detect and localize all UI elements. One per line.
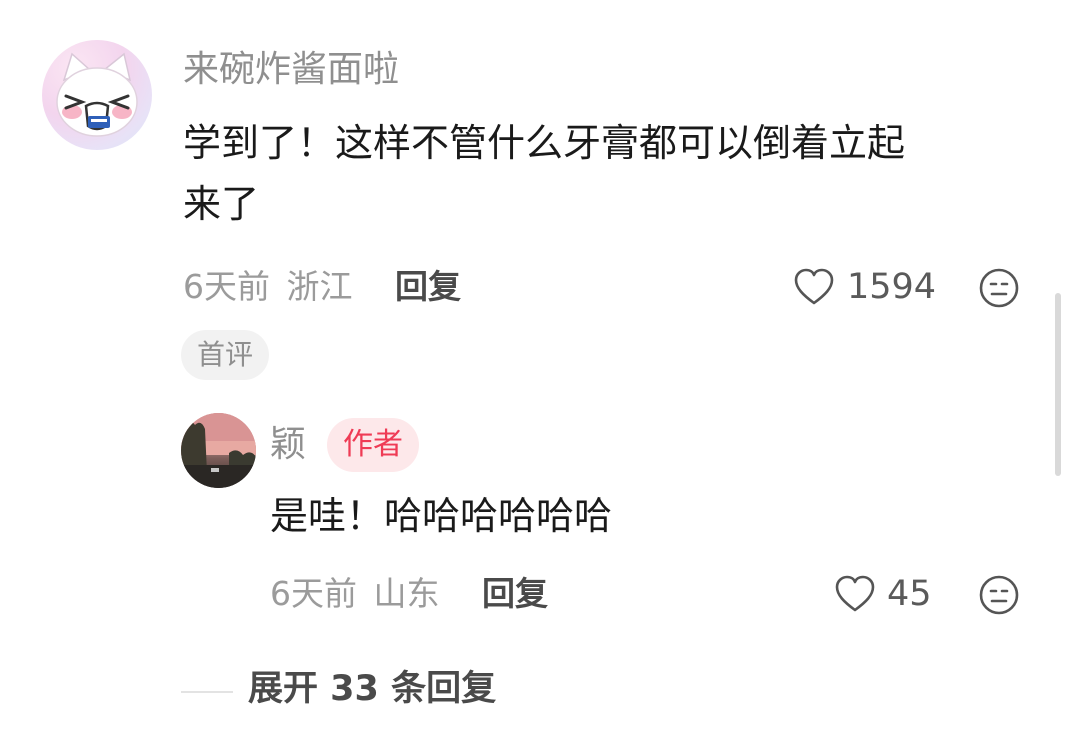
- expand-replies-button[interactable]: 展开 33 条回复: [248, 672, 496, 707]
- comment-text-line1: 学到了！这样不管什么牙膏都可以倒着立起: [183, 121, 906, 165]
- reply-time: 6天前: [270, 574, 357, 613]
- expand-divider: [181, 691, 233, 693]
- heart-outline-icon: [794, 268, 834, 305]
- author-badge: 作者: [327, 418, 419, 472]
- reply-username[interactable]: 颖: [270, 427, 306, 463]
- meh-face-icon: [979, 575, 1019, 615]
- reply-like-button[interactable]: [834, 574, 876, 614]
- comment-text: 学到了！这样不管什么牙膏都可以倒着立起 来了: [183, 113, 905, 235]
- comment-text-line2: 来了: [183, 181, 260, 226]
- comment-like-button[interactable]: [793, 267, 835, 307]
- reply-text: 是哇！哈哈哈哈哈哈: [270, 494, 613, 538]
- comment-reply-button[interactable]: 回复: [395, 270, 461, 303]
- reply-location: 山东: [373, 574, 440, 613]
- commenter-username[interactable]: 来碗炸酱面啦: [183, 52, 399, 88]
- meh-face-icon: [979, 268, 1019, 308]
- comment-like-count: 1594: [847, 267, 937, 307]
- reply-dislike-button[interactable]: [978, 574, 1020, 616]
- comment-dislike-button[interactable]: [978, 267, 1020, 309]
- comment-meta: 6天前 浙江: [183, 270, 353, 303]
- commenter-avatar[interactable]: [42, 40, 152, 150]
- reply-avatar[interactable]: [181, 413, 256, 488]
- reply-meta: 6天前 山东: [270, 577, 440, 610]
- heart-outline-icon: [835, 575, 875, 612]
- comment-location: 浙江: [286, 267, 353, 306]
- comment-time: 6天前: [183, 267, 270, 306]
- cat-avatar-icon: [56, 52, 138, 137]
- reply-like-count: 45: [887, 574, 932, 614]
- scrollbar[interactable]: [1055, 293, 1061, 476]
- sunset-avatar-icon: [181, 413, 256, 488]
- first-comment-badge: 首评: [181, 330, 270, 380]
- reply-reply-button[interactable]: 回复: [482, 577, 548, 610]
